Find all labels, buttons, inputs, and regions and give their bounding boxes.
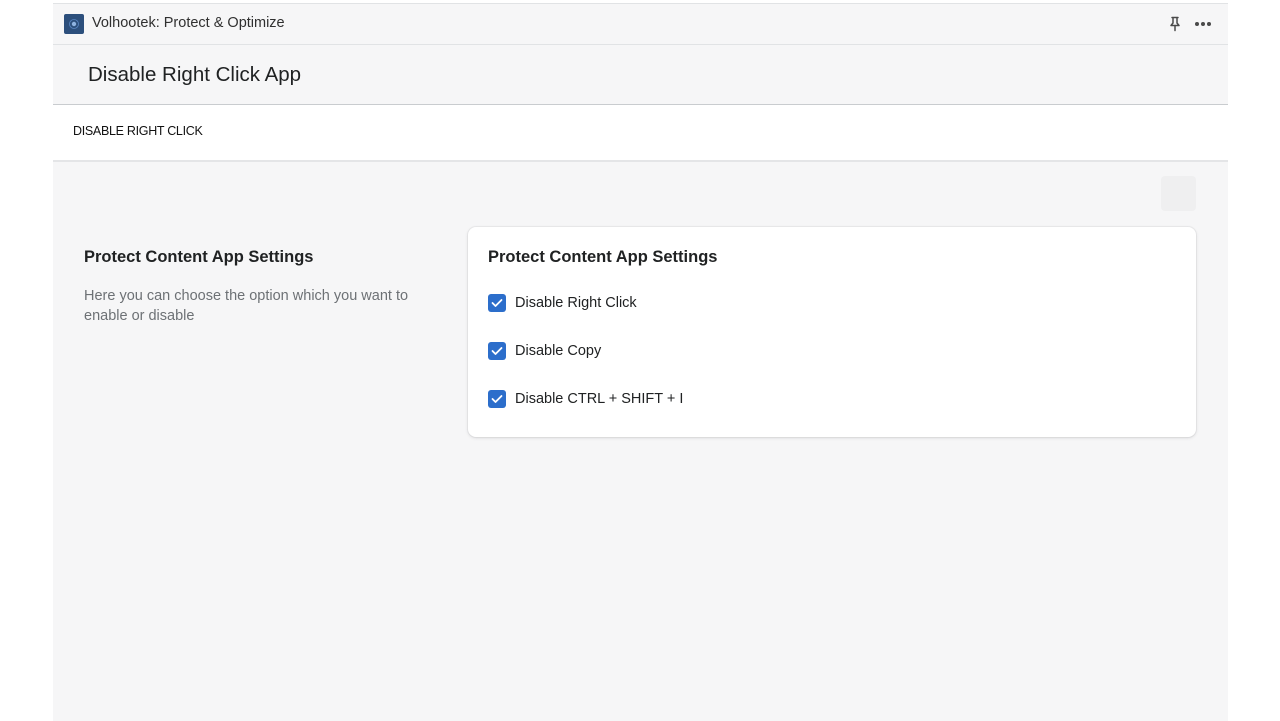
settings-description-section: Protect Content App Settings Here you ca… <box>84 248 424 326</box>
settings-card: Protect Content App Settings Disable Rig… <box>468 227 1196 437</box>
app-frame: Volhootek: Protect & Optimize Disable Ri… <box>53 3 1228 721</box>
checkbox-checked-icon[interactable] <box>488 390 506 408</box>
page-title: Disable Right Click App <box>88 63 302 86</box>
tab-bar: DISABLE RIGHT CLICK <box>53 105 1228 162</box>
section-heading: Protect Content App Settings <box>84 248 314 266</box>
app-logo-icon <box>64 14 84 34</box>
option-disable-copy[interactable]: Disable Copy <box>488 341 601 361</box>
app-header-bar: Volhootek: Protect & Optimize <box>53 4 1228 45</box>
option-label: Disable Right Click <box>515 295 637 311</box>
tab-disable-right-click[interactable]: DISABLE RIGHT CLICK <box>73 124 203 138</box>
option-disable-devtools-shortcut[interactable]: Disable CTRL + SHIFT + I <box>488 389 683 409</box>
option-disable-right-click[interactable]: Disable Right Click <box>488 293 637 313</box>
pin-icon[interactable] <box>1165 14 1185 34</box>
card-heading: Protect Content App Settings <box>488 248 718 266</box>
page-title-bar: Disable Right Click App <box>53 45 1228 105</box>
option-label: Disable CTRL + SHIFT + I <box>515 391 684 407</box>
checkbox-checked-icon[interactable] <box>488 342 506 360</box>
more-options-icon[interactable] <box>1192 14 1214 34</box>
checkbox-checked-icon[interactable] <box>488 294 506 312</box>
section-description: Here you can choose the option which you… <box>84 288 409 324</box>
placeholder-box <box>1161 176 1196 211</box>
app-name: Volhootek: Protect & Optimize <box>92 15 285 31</box>
option-label: Disable Copy <box>515 343 602 359</box>
